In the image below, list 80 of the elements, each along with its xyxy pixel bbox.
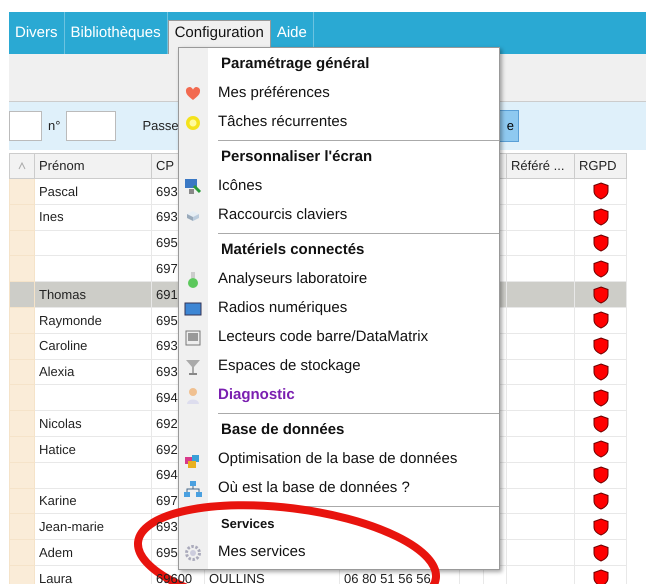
table-cell: 693: [156, 209, 178, 224]
table-cell: 694: [156, 390, 178, 406]
monitor-icon: [184, 178, 202, 196]
flask-icon: [186, 270, 200, 288]
number-field[interactable]: [66, 111, 116, 141]
person-icon: [185, 386, 201, 404]
menu-item[interactable]: Espaces de stockage: [218, 355, 361, 378]
menu-section-title: Services: [221, 514, 274, 533]
shield-icon: [592, 337, 608, 356]
table-cell: 06 80 51 56 56: [344, 570, 431, 584]
shield-icon: [592, 311, 608, 330]
column-header[interactable]: Référé ...: [506, 154, 574, 178]
gear-icon: [184, 544, 202, 562]
network-icon: [184, 480, 202, 498]
menu-item[interactable]: Mes préférences: [218, 82, 330, 105]
table-cell: 691: [156, 286, 178, 302]
table-cell: 693: [156, 364, 178, 380]
screen-icon: [184, 302, 202, 316]
menu-item[interactable]: Radios numériques: [218, 297, 348, 320]
input-field[interactable]: [9, 111, 42, 141]
shield-icon: [592, 414, 608, 433]
shield-icon: [592, 466, 608, 484]
menu-item[interactable]: Lecteurs code barre/DataMatrix: [218, 326, 428, 349]
shield-icon: [592, 492, 608, 510]
menu-item[interactable]: Raccourcis claviers: [218, 204, 348, 227]
table-cell: 697: [156, 493, 178, 508]
column-header[interactable]: RGPD: [574, 154, 626, 178]
table-cell: Karine: [39, 493, 77, 508]
table-cell: Alexia: [39, 364, 74, 380]
circle-icon: [185, 114, 201, 130]
shield-icon: [592, 362, 608, 381]
menu-item[interactable]: Diagnostic: [218, 384, 295, 407]
menu-item[interactable]: Icônes: [218, 175, 262, 198]
table-cell: 693: [156, 338, 178, 354]
table-cell: 694: [156, 467, 178, 482]
table-cell: 693: [156, 184, 178, 199]
cup-icon: [185, 358, 201, 376]
sort-icon[interactable]: [18, 162, 26, 170]
shield-icon: [592, 544, 608, 562]
menu-section-title: Matériels connectés: [221, 240, 364, 260]
menu-item[interactable]: Mes services: [218, 541, 306, 564]
table-cell: Nicolas: [39, 416, 82, 431]
table-cell: 692: [156, 416, 178, 431]
shield-icon: [592, 569, 608, 584]
table-cell: 695: [156, 312, 178, 328]
table-cell: Pascal: [39, 184, 78, 199]
table-cell: Ines: [39, 209, 64, 224]
menu-item[interactable]: Optimisation de la base de données: [218, 448, 458, 471]
shield-icon: [592, 388, 608, 407]
shield-icon: [592, 182, 608, 200]
shield-icon: [592, 260, 608, 278]
shield-icon: [592, 208, 608, 226]
shield-icon: [592, 234, 608, 252]
table-cell: Adem: [39, 544, 73, 560]
table-cell: 695: [156, 235, 178, 250]
table-cell: Jean-marie: [39, 519, 104, 534]
menu-section-title: Personnaliser l'écran: [221, 147, 372, 168]
table-cell: Thomas: [39, 286, 86, 302]
table-cell: Caroline: [39, 338, 88, 354]
table-cell: 697: [156, 261, 178, 276]
column-header[interactable]: Prénom: [34, 154, 152, 178]
shield-icon: [592, 440, 608, 458]
table-cell: 693: [156, 519, 178, 534]
table-cell: Laura: [39, 570, 72, 584]
shield-icon: [592, 286, 608, 304]
menu-item[interactable]: Tâches récurrentes: [218, 111, 348, 134]
menu-section-title: Paramétrage général: [221, 54, 370, 74]
table-cell: 692: [156, 442, 178, 457]
barcode-icon: [185, 330, 201, 346]
field-label: Passe: [142, 117, 179, 136]
field-label: n°: [48, 117, 60, 136]
heart-icon: [185, 86, 201, 100]
menu-section-title: Base de données: [221, 420, 344, 440]
table-cell: Hatice: [39, 442, 76, 457]
shield-icon: [592, 518, 608, 536]
table-cell: 695: [156, 544, 178, 560]
table-cell: OULLINS: [209, 570, 265, 584]
table-cell: Raymonde: [39, 312, 102, 328]
key-icon: [185, 208, 201, 222]
menu-item[interactable]: Analyseurs laboratoire: [218, 268, 368, 291]
